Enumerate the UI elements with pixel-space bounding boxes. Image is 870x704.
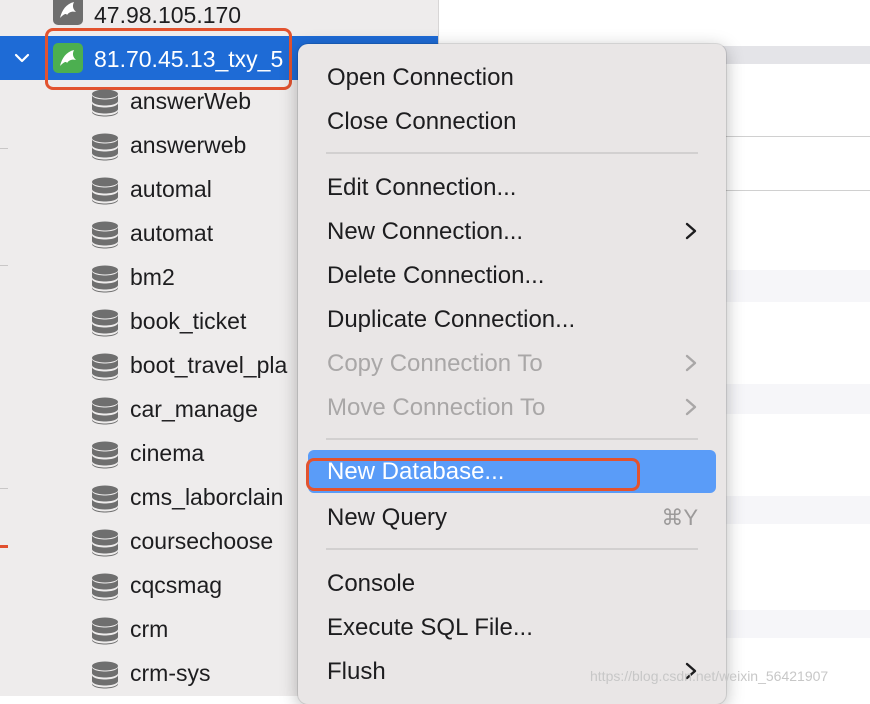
database-item[interactable]: cms_laborclain	[0, 476, 298, 520]
database-label: crm	[130, 616, 169, 642]
database-item[interactable]: book_ticket	[0, 300, 298, 344]
database-item[interactable]: coursechoose	[0, 520, 298, 564]
database-item[interactable]: answerweb	[0, 124, 298, 168]
chevron-right-icon	[685, 398, 697, 416]
menu-item-label: Console	[327, 570, 416, 597]
database-icon	[90, 88, 120, 118]
database-label: answerWeb	[130, 88, 252, 114]
menu-item-label: Copy Connection To	[327, 350, 543, 377]
database-item[interactable]: answerWeb	[0, 80, 298, 124]
database-item[interactable]: bm2	[0, 256, 298, 300]
connection-label: 47.98.105.170	[94, 2, 242, 28]
database-item[interactable]: car_manage	[0, 388, 298, 432]
database-item[interactable]: boot_travel_pla	[0, 344, 298, 388]
database-icon	[90, 484, 120, 514]
chevron-right-icon	[685, 354, 697, 372]
menu-item-copy-connection-to: Copy Connection To	[308, 342, 716, 384]
menu-item-console[interactable]: Console	[308, 562, 716, 604]
database-icon	[90, 528, 120, 558]
context-menu: Open Connection Close Connection Edit Co…	[298, 44, 726, 704]
database-icon	[90, 396, 120, 426]
background-divider	[720, 136, 870, 137]
background-divider	[720, 190, 870, 191]
menu-item-close-connection[interactable]: Close Connection	[308, 100, 716, 142]
database-label: crm-sys	[130, 660, 211, 686]
menu-item-label: Edit Connection...	[327, 174, 517, 201]
menu-item-label: New Connection...	[327, 218, 524, 245]
database-icon	[90, 440, 120, 470]
menu-separator	[326, 152, 698, 154]
database-label: cqcsmag	[130, 572, 223, 598]
database-item[interactable]: cqcsmag	[0, 564, 298, 608]
menu-item-label: New Query	[327, 504, 448, 531]
database-label: coursechoose	[130, 528, 274, 554]
chevron-right-icon	[685, 222, 697, 240]
database-icon	[90, 176, 120, 206]
annotation-highlight	[306, 458, 640, 491]
menu-item-label: Flush	[327, 658, 386, 685]
database-label: car_manage	[130, 396, 258, 422]
database-item[interactable]: crm	[0, 608, 298, 652]
menu-item-execute-sql-file[interactable]: Execute SQL File...	[308, 606, 716, 648]
menu-item-edit-connection[interactable]: Edit Connection...	[308, 166, 716, 208]
menu-item-delete-connection[interactable]: Delete Connection...	[308, 254, 716, 296]
menu-separator	[326, 438, 698, 440]
database-item[interactable]: automal	[0, 168, 298, 212]
database-icon	[90, 308, 120, 338]
database-item[interactable]: crm-sys	[0, 652, 298, 696]
database-label: cms_laborclain	[130, 484, 284, 510]
menu-item-duplicate-connection[interactable]: Duplicate Connection...	[308, 298, 716, 340]
background-strip	[470, 0, 870, 40]
menu-item-label: Move Connection To	[327, 394, 546, 421]
menu-item-new-query[interactable]: New Query ⌘Y	[308, 496, 716, 538]
database-icon	[90, 264, 120, 294]
menu-item-label: Close Connection	[327, 108, 517, 135]
database-label: cinema	[130, 440, 205, 466]
database-icon	[90, 352, 120, 382]
database-label: book_ticket	[130, 308, 247, 334]
menu-item-new-connection[interactable]: New Connection...	[308, 210, 716, 252]
menu-item-open-connection[interactable]: Open Connection	[308, 56, 716, 98]
database-icon	[90, 660, 120, 690]
database-item[interactable]: cinema	[0, 432, 298, 476]
database-label: automat	[130, 220, 214, 246]
database-label: bm2	[130, 264, 175, 290]
database-icon	[90, 572, 120, 602]
database-icon	[90, 132, 120, 162]
database-item[interactable]: automat	[0, 212, 298, 256]
menu-item-label: Delete Connection...	[327, 262, 545, 289]
watermark: https://blog.csdn.net/weixin_56421907	[590, 668, 829, 684]
database-label: boot_travel_pla	[130, 352, 288, 378]
database-label: automal	[130, 176, 212, 202]
menu-item-label: Open Connection	[327, 64, 514, 91]
menu-separator	[326, 548, 698, 550]
menu-item-move-connection-to: Move Connection To	[308, 386, 716, 428]
database-icon	[90, 220, 120, 250]
chevron-down-icon[interactable]	[12, 48, 32, 68]
keyboard-shortcut: ⌘Y	[661, 505, 698, 530]
menu-item-label: Duplicate Connection...	[327, 306, 576, 333]
mysql-dolphin-icon	[53, 0, 83, 25]
database-icon	[90, 616, 120, 646]
menu-item-label: Execute SQL File...	[327, 614, 533, 641]
database-label: answerweb	[130, 132, 247, 158]
